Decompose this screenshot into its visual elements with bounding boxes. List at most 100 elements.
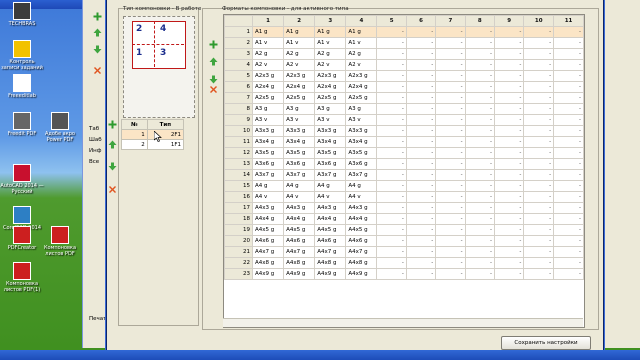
format-cell[interactable]: A3 v <box>251 114 285 126</box>
empty-cell[interactable]: - <box>405 191 437 203</box>
format-cell[interactable]: A2x5 g <box>283 92 316 104</box>
column-header[interactable]: Тип <box>146 119 185 130</box>
format-cell[interactable]: A4x4 g <box>283 213 316 225</box>
format-cell[interactable]: A4x3 g <box>251 202 285 214</box>
format-cell[interactable]: A4x3 g <box>314 202 347 214</box>
empty-cell[interactable]: - <box>435 246 466 258</box>
format-cell[interactable]: A2 g <box>345 48 378 60</box>
format-cell[interactable]: A4x3 g <box>283 202 316 214</box>
empty-cell[interactable]: - <box>493 48 525 60</box>
empty-cell[interactable]: - <box>553 246 584 258</box>
empty-cell[interactable]: - <box>435 180 466 192</box>
empty-cell[interactable]: - <box>553 37 584 49</box>
format-cell[interactable]: A4x9 g <box>251 268 285 280</box>
format-cell[interactable]: A2 v <box>283 59 316 71</box>
empty-cell[interactable]: - <box>405 37 437 49</box>
empty-cell[interactable]: - <box>553 81 584 93</box>
format-cell[interactable]: A4x3 g <box>345 202 378 214</box>
empty-cell[interactable]: - <box>464 158 495 170</box>
empty-cell[interactable]: - <box>553 26 584 38</box>
empty-cell[interactable]: - <box>435 136 466 148</box>
empty-cell[interactable]: - <box>493 268 525 280</box>
empty-cell[interactable]: - <box>553 202 584 214</box>
format-cell[interactable]: A3x3 g <box>314 125 347 137</box>
empty-cell[interactable]: - <box>464 48 495 60</box>
empty-cell[interactable]: - <box>464 213 495 225</box>
empty-cell[interactable]: - <box>405 70 437 82</box>
empty-cell[interactable]: - <box>464 114 495 126</box>
desktop-icon[interactable]: Адобе акро Power PDF <box>38 112 82 143</box>
format-cell[interactable]: A3x7 g <box>314 169 347 181</box>
empty-cell[interactable]: - <box>435 147 466 159</box>
empty-cell[interactable]: - <box>553 125 584 137</box>
empty-cell[interactable]: - <box>405 48 437 60</box>
column-header[interactable]: 10 <box>523 15 555 27</box>
table-row[interactable]: 3 A2 g A2 g A2 g A2 g------- <box>224 48 584 60</box>
empty-cell[interactable]: - <box>553 158 584 170</box>
empty-cell[interactable]: - <box>376 180 407 192</box>
empty-cell[interactable]: - <box>523 246 555 258</box>
empty-cell[interactable]: - <box>493 70 525 82</box>
move-down-button[interactable] <box>108 162 117 171</box>
empty-cell[interactable]: - <box>376 26 407 38</box>
delete-button[interactable] <box>93 66 102 75</box>
table-row[interactable]: 11 A3x4 g A3x4 g A3x4 g A3x4 g------- <box>224 136 584 148</box>
table-row[interactable]: 16 A4 v A4 v A4 v A4 v------- <box>224 191 584 203</box>
column-header[interactable] <box>224 15 253 27</box>
format-cell[interactable]: A4 v <box>283 191 316 203</box>
empty-cell[interactable]: - <box>435 191 466 203</box>
format-cell[interactable]: A4x8 g <box>283 257 316 269</box>
format-cell[interactable]: A4 g <box>314 180 347 192</box>
format-cell[interactable]: A3 g <box>314 103 347 115</box>
table-row[interactable]: 21 A4x7 g A4x7 g A4x7 g A4x7 g------- <box>224 246 584 258</box>
empty-cell[interactable]: - <box>523 48 555 60</box>
format-cell[interactable]: A1 g <box>251 26 285 38</box>
empty-cell[interactable]: - <box>376 81 407 93</box>
empty-cell[interactable]: - <box>405 26 437 38</box>
format-cell[interactable]: A2 v <box>345 59 378 71</box>
empty-cell[interactable]: - <box>553 180 584 192</box>
desktop-icon[interactable]: TECHBRAS <box>0 2 44 27</box>
empty-cell[interactable]: - <box>376 48 407 60</box>
empty-cell[interactable]: - <box>493 158 525 170</box>
format-cell[interactable]: A2x3 g <box>251 70 285 82</box>
table-row[interactable]: 1 A1 g A1 g A1 g A1 g------- <box>224 26 584 38</box>
empty-cell[interactable]: - <box>553 48 584 60</box>
column-header[interactable]: 8 <box>464 15 495 27</box>
table-row[interactable]: 12 A3x5 g A3x5 g A3x5 g A3x5 g------- <box>224 147 584 159</box>
format-cell[interactable]: A2 g <box>251 48 285 60</box>
format-cell[interactable]: A2x5 g <box>345 92 378 104</box>
column-header[interactable]: № <box>121 119 148 130</box>
empty-cell[interactable]: - <box>493 26 525 38</box>
format-cell[interactable]: A4x7 g <box>251 246 285 258</box>
table-row[interactable]: 15 A4 g A4 g A4 g A4 g------- <box>224 180 584 192</box>
column-header[interactable]: 2 <box>283 15 316 27</box>
add-button[interactable] <box>108 120 117 129</box>
empty-cell[interactable]: - <box>464 70 495 82</box>
move-down-button[interactable] <box>209 75 218 84</box>
empty-cell[interactable]: - <box>405 158 437 170</box>
format-cell[interactable]: A3x3 g <box>251 125 285 137</box>
format-cell[interactable]: A2x3 g <box>345 70 378 82</box>
empty-cell[interactable]: - <box>405 268 437 280</box>
format-cell[interactable]: A3x3 g <box>283 125 316 137</box>
format-cell[interactable]: A2 g <box>283 48 316 60</box>
format-cell[interactable]: A4x4 g <box>314 213 347 225</box>
format-cell[interactable]: A4 g <box>283 180 316 192</box>
empty-cell[interactable]: - <box>376 92 407 104</box>
format-cell[interactable]: A4x4 g <box>345 213 378 225</box>
empty-cell[interactable]: - <box>464 268 495 280</box>
empty-cell[interactable]: - <box>523 125 555 137</box>
empty-cell[interactable]: - <box>435 81 466 93</box>
empty-cell[interactable]: - <box>376 257 407 269</box>
empty-cell[interactable]: - <box>464 257 495 269</box>
empty-cell[interactable]: - <box>523 191 555 203</box>
empty-cell[interactable]: - <box>523 257 555 269</box>
empty-cell[interactable]: - <box>376 202 407 214</box>
empty-cell[interactable]: - <box>523 92 555 104</box>
empty-cell[interactable]: - <box>493 246 525 258</box>
empty-cell[interactable]: - <box>553 92 584 104</box>
format-cell[interactable]: A4x5 g <box>251 224 285 236</box>
format-cell[interactable]: A3 g <box>345 103 378 115</box>
empty-cell[interactable]: - <box>464 37 495 49</box>
